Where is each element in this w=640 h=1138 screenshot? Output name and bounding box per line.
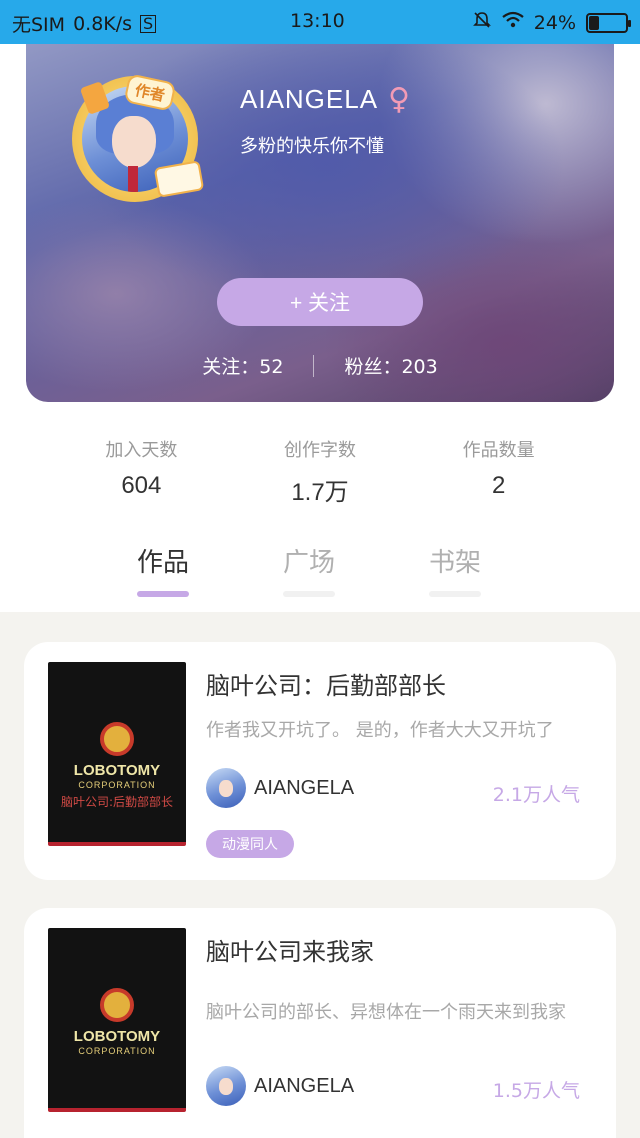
status-bar: 无SIM 0.8K/s S 13:10 24%: [0, 0, 640, 44]
work-author: AIANGELA: [206, 1066, 354, 1106]
cover-logo-sub: CORPORATION: [78, 780, 156, 790]
book-cover[interactable]: LOBOTOMY CORPORATION 脑叶公司:后勤部部长: [48, 662, 186, 846]
following-count[interactable]: 关注：52: [202, 352, 283, 379]
book-pencil-icon: [153, 160, 205, 198]
genre-tag[interactable]: 动漫同人: [206, 830, 294, 858]
cover-title: 脑叶公司:后勤部部长: [60, 795, 174, 809]
battery-icon: [586, 12, 631, 33]
author-name: AIANGELA: [254, 1074, 355, 1097]
female-icon: ♀: [388, 82, 410, 117]
divider: [313, 354, 315, 377]
user-signature: 多粉的快乐你不懂: [240, 136, 384, 157]
popularity-count: 1.5万人气: [492, 1080, 580, 1102]
sim-icon: S: [140, 14, 157, 33]
carrier-text: 无SIM: [12, 14, 66, 36]
stat-join-days: 加入天数 604: [52, 402, 231, 525]
stat-value: 2: [492, 472, 506, 499]
stat-value: 604: [121, 472, 162, 499]
username: AIANGELA: [240, 84, 379, 114]
tab-works[interactable]: 作品: [120, 542, 206, 597]
wifi-icon: [502, 11, 524, 34]
profile-tabs: 作品 广场 书架: [120, 542, 498, 597]
clock: 13:10: [290, 10, 345, 32]
work-description: 作者我又开坑了。 是的，作者大大又开坑了: [206, 720, 554, 741]
author-name: AIANGELA: [254, 776, 355, 799]
stat-label: 创作字数: [284, 440, 356, 461]
stat-label: 作品数量: [462, 440, 535, 461]
work-title[interactable]: 脑叶公司来我家: [206, 932, 374, 967]
work-card[interactable]: LOBOTOMY CORPORATION 脑叶公司:后勤部部长 脑叶公司：后勤部…: [24, 642, 616, 880]
tab-label: 书架: [428, 548, 481, 578]
stat-value: 1.7万: [291, 479, 349, 506]
work-title[interactable]: 脑叶公司：后勤部部长: [206, 666, 446, 701]
avatar: [206, 1066, 246, 1106]
tab-label: 广场: [282, 548, 335, 578]
book-cover[interactable]: LOBOTOMY CORPORATION: [48, 928, 186, 1112]
lobotomy-logo-icon: [100, 988, 134, 1022]
tab-indicator: [283, 591, 335, 597]
network-speed: 0.8K/s: [73, 12, 133, 35]
profile-header-card: 作者 AIANGELA ♀ 多粉的快乐你不懂 + 关注 关注：52 粉丝：203: [26, 14, 614, 402]
lobotomy-logo-icon: [100, 722, 134, 756]
work-description: 脑叶公司的部长、异想体在一个雨天来到我家: [206, 1002, 566, 1023]
stat-work-count: 作品数量 2: [409, 402, 588, 525]
stat-label: 加入天数: [105, 440, 178, 461]
cover-logo-sub: CORPORATION: [78, 1046, 156, 1056]
author-stats-card: 加入天数 604 创作字数 1.7万 作品数量 2: [52, 402, 588, 525]
cover-logo: LOBOTOMY: [73, 1028, 161, 1045]
followers-count[interactable]: 粉丝：203: [344, 352, 437, 379]
tab-indicator: [137, 591, 189, 597]
tab-indicator: [429, 591, 481, 597]
avatar: [206, 768, 246, 808]
follow-counts: 关注：52 粉丝：203: [26, 352, 614, 379]
stat-word-count: 创作字数 1.7万: [231, 402, 410, 525]
work-card[interactable]: LOBOTOMY CORPORATION 脑叶公司来我家 脑叶公司的部长、异想体…: [24, 908, 616, 1138]
battery-percent: 24%: [533, 11, 576, 34]
work-author: AIANGELA: [206, 768, 354, 808]
tab-square[interactable]: 广场: [266, 542, 352, 597]
follow-button[interactable]: + 关注: [217, 278, 423, 326]
tab-label: 作品: [136, 548, 189, 578]
mute-icon: [472, 10, 492, 35]
cover-logo: LOBOTOMY: [73, 762, 161, 779]
tab-bookshelf[interactable]: 书架: [412, 542, 498, 597]
popularity-count: 2.1万人气: [492, 784, 580, 806]
